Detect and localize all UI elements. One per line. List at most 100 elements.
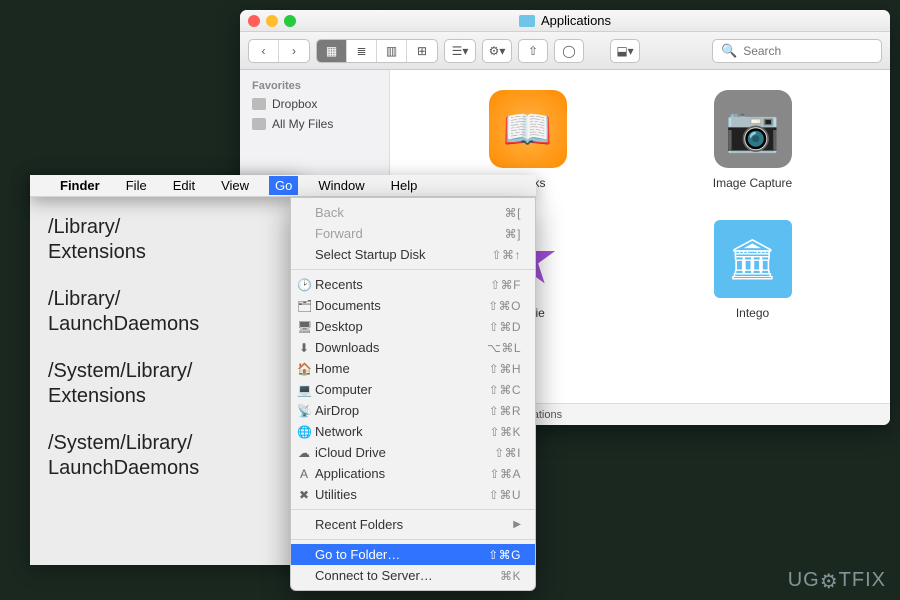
menu-connect-server[interactable]: Connect to Server… ⌘K — [291, 565, 535, 586]
list-view-button[interactable]: ≣ — [347, 40, 377, 62]
menu-label: Recent Folders — [315, 517, 403, 532]
desktop-icon: 🖥 — [297, 320, 311, 334]
toolbar: ‹ › ▦ ≣ ▥ ⊞ ☰▾ ⚙▾ ⇧ ◯ ⬓▾ 🔍 — [240, 32, 890, 70]
share-button[interactable]: ⇧ — [518, 39, 548, 63]
traffic-lights[interactable] — [248, 15, 296, 27]
home-icon: 🏠 — [297, 362, 311, 376]
menu-documents[interactable]: 🗂Documents⇧⌘O — [291, 295, 535, 316]
applications-icon: A — [297, 467, 311, 481]
menu-label: Connect to Server… — [315, 568, 433, 583]
search-input[interactable] — [743, 44, 873, 58]
path-text: /Library/ LaunchDaemons — [48, 287, 282, 337]
menu-label: Desktop — [315, 319, 363, 334]
chevron-right-icon: ▶ — [513, 519, 521, 530]
menu-separator — [291, 269, 535, 270]
back-button[interactable]: ‹ — [249, 40, 279, 62]
menu-help[interactable]: Help — [385, 176, 424, 195]
menu-desktop[interactable]: 🖥 Desktop ⇧⌘D — [291, 316, 535, 337]
menu-applications[interactable]: AApplications⇧⌘A — [291, 463, 535, 484]
arrange-button[interactable]: ☰▾ — [445, 40, 475, 62]
menu-shortcut: ⇧⌘↑ — [491, 248, 521, 262]
dropbox-button[interactable]: ⬓▾ — [610, 39, 640, 63]
menu-forward: Forward ⌘] — [291, 223, 535, 244]
menu-file[interactable]: File — [120, 176, 153, 195]
arrange-group[interactable]: ☰▾ — [444, 39, 476, 63]
sidebar-heading: Favorites — [240, 76, 389, 94]
menu-computer[interactable]: 💻Computer⇧⌘C — [291, 379, 535, 400]
menu-shortcut: ⇧⌘I — [494, 446, 521, 460]
tags-button[interactable]: ◯ — [554, 39, 584, 63]
menu-label: Utilities — [315, 487, 357, 502]
go-menu-dropdown[interactable]: Back ⌘[ Forward ⌘] Select Startup Disk ⇧… — [290, 197, 536, 591]
menu-recents[interactable]: 🕑Recents⇧⌘F — [291, 274, 535, 295]
app-imagecapture[interactable]: Image Capture — [645, 90, 860, 190]
forward-button[interactable]: › — [279, 40, 309, 62]
menu-airdrop[interactable]: 📡AirDrop⇧⌘R — [291, 400, 535, 421]
zoom-icon[interactable] — [284, 15, 296, 27]
cloud-icon: ☁ — [297, 446, 311, 460]
menu-back: Back ⌘[ — [291, 202, 535, 223]
sidebar-item-dropbox[interactable]: Dropbox — [240, 94, 389, 114]
app-intego[interactable]: Intego — [645, 220, 860, 320]
menu-label: Network — [315, 424, 363, 439]
menu-shortcut: ⇧⌘U — [489, 488, 521, 502]
menu-utilities[interactable]: ✖ Utilities ⇧⌘U — [291, 484, 535, 505]
menu-label: Forward — [315, 226, 363, 241]
menu-shortcut: ⇧⌘O — [488, 299, 521, 313]
gallery-view-button[interactable]: ⊞ — [407, 40, 437, 62]
menu-startup-disk[interactable]: Select Startup Disk ⇧⌘↑ — [291, 244, 535, 265]
menu-label: Back — [315, 205, 344, 220]
network-icon: 🌐 — [297, 425, 311, 439]
menu-shortcut: ⇧⌘D — [489, 320, 521, 334]
menu-goto-folder[interactable]: Go to Folder… ⇧⌘G — [291, 544, 535, 565]
menu-shortcut: ⇧⌘H — [489, 362, 521, 376]
menu-home[interactable]: 🏠Home⇧⌘H — [291, 358, 535, 379]
search-icon: 🔍 — [721, 43, 737, 59]
icon-view-button[interactable]: ▦ — [317, 40, 347, 62]
folder-icon — [519, 15, 535, 27]
menu-recent-folders[interactable]: Recent Folders ▶ — [291, 514, 535, 535]
menu-network[interactable]: 🌐Network⇧⌘K — [291, 421, 535, 442]
app-label: Intego — [736, 306, 769, 320]
intego-icon — [714, 220, 792, 298]
titlebar: Applications — [240, 10, 890, 32]
nav-buttons[interactable]: ‹ › — [248, 39, 310, 63]
path-text: /Library/ Extensions — [48, 215, 282, 265]
menu-edit[interactable]: Edit — [167, 176, 201, 195]
menu-go[interactable]: Go — [269, 176, 298, 195]
search-field[interactable]: 🔍 — [712, 39, 882, 63]
action-button[interactable]: ⚙▾ — [482, 39, 512, 63]
menu-shortcut: ⌘[ — [505, 206, 521, 220]
menu-shortcut: ⇧⌘G — [488, 548, 521, 562]
menu-label: Recents — [315, 277, 363, 292]
menu-separator — [291, 539, 535, 540]
menu-shortcut: ⇧⌘A — [489, 467, 521, 481]
sidebar-item-label: All My Files — [272, 117, 333, 131]
path-text: /System/Library/ Extensions — [48, 359, 282, 409]
menu-downloads[interactable]: ⬇Downloads⌥⌘L — [291, 337, 535, 358]
menu-app[interactable]: Finder — [54, 176, 106, 195]
column-view-button[interactable]: ▥ — [377, 40, 407, 62]
menu-window[interactable]: Window — [312, 176, 370, 195]
app-label: Image Capture — [713, 176, 792, 190]
overlay-panel: /Library/ Extensions /Library/ LaunchDae… — [30, 175, 300, 565]
menu-separator — [291, 509, 535, 510]
sidebar-item-allmyfiles[interactable]: All My Files — [240, 114, 389, 134]
watermark-text: UG⚙TFIX — [788, 569, 886, 591]
menu-label: Go to Folder… — [315, 547, 400, 562]
minimize-icon[interactable] — [266, 15, 278, 27]
utilities-icon: ✖ — [297, 488, 311, 502]
sidebar-item-label: Dropbox — [272, 97, 317, 111]
menu-icloud[interactable]: ☁iCloud Drive⇧⌘I — [291, 442, 535, 463]
allfiles-icon — [252, 118, 266, 130]
menu-label: AirDrop — [315, 403, 359, 418]
documents-icon: 🗂 — [297, 299, 311, 313]
view-mode[interactable]: ▦ ≣ ▥ ⊞ — [316, 39, 438, 63]
paths-list: /Library/ Extensions /Library/ LaunchDae… — [30, 175, 300, 481]
menu-shortcut: ⇧⌘C — [489, 383, 521, 397]
menu-view[interactable]: View — [215, 176, 255, 195]
menu-bar[interactable]: Finder File Edit View Go Window Help — [30, 175, 536, 197]
menu-shortcut: ⌥⌘L — [487, 341, 521, 355]
menu-label: Select Startup Disk — [315, 247, 426, 262]
close-icon[interactable] — [248, 15, 260, 27]
